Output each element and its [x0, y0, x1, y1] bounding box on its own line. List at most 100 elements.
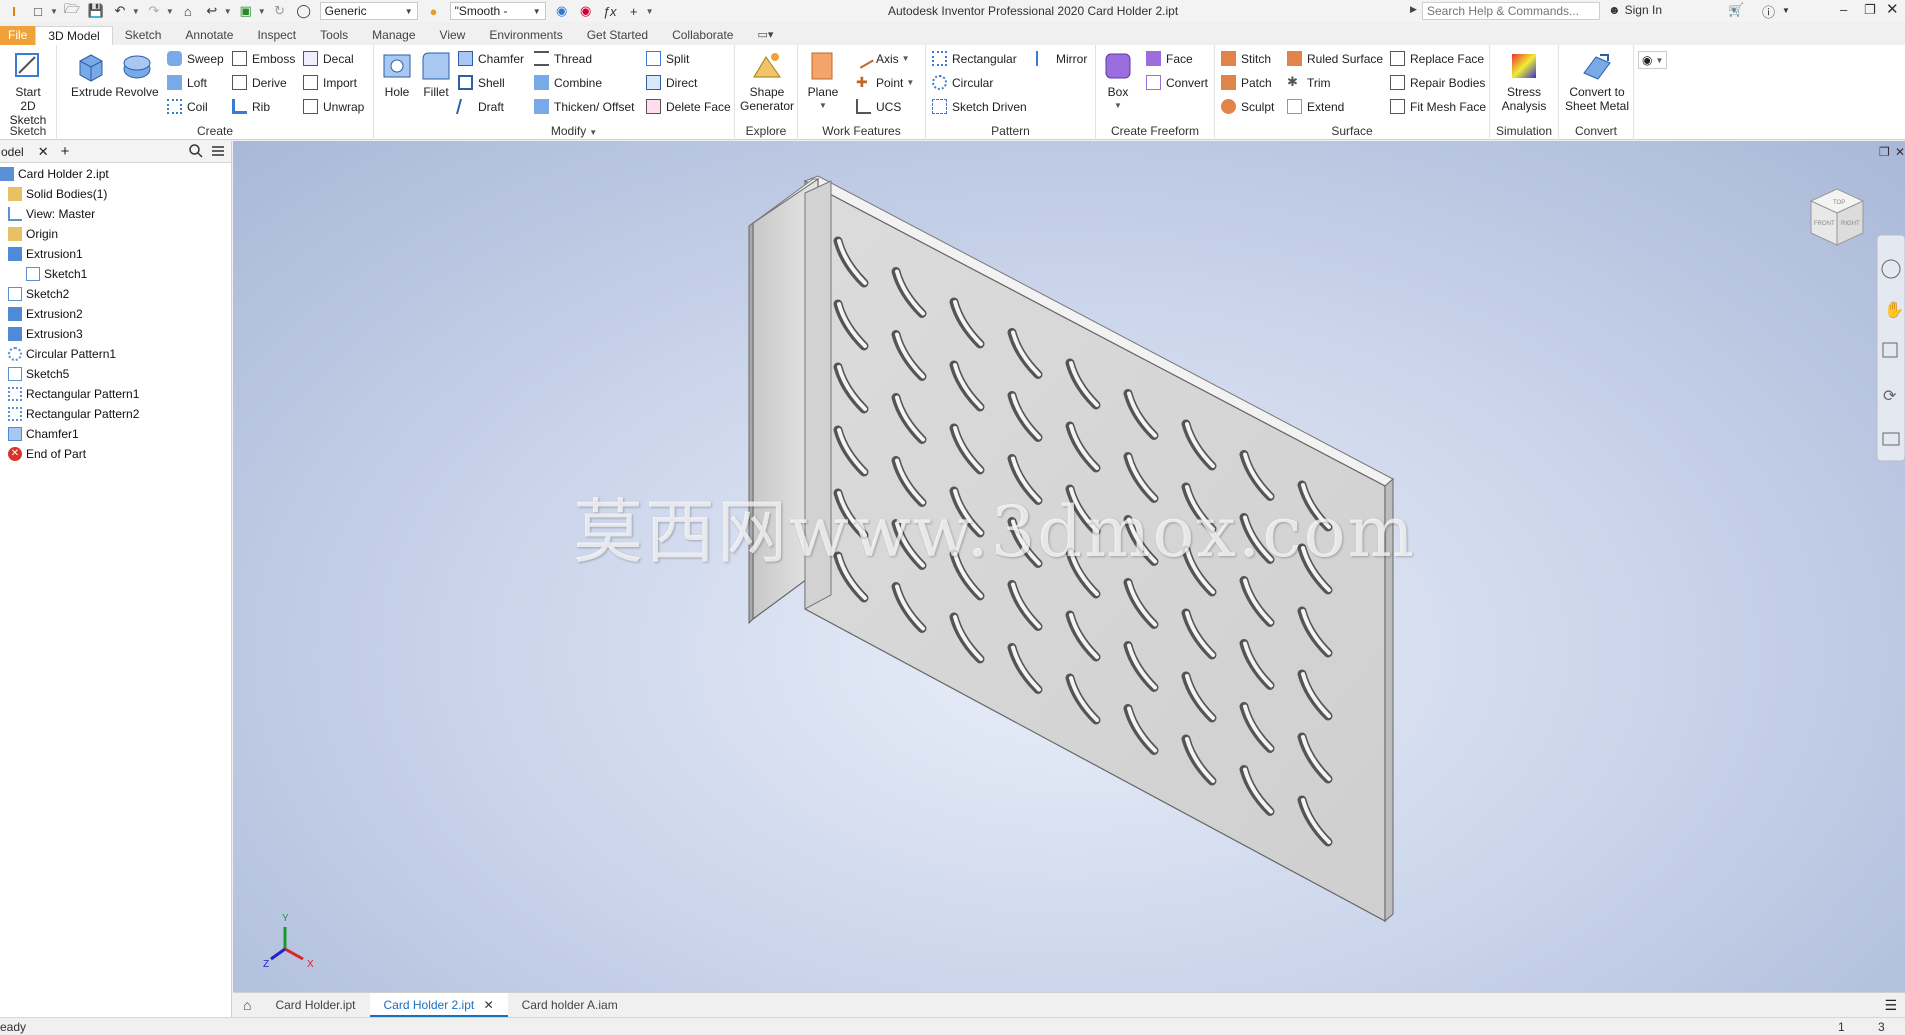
thicken-offset-button[interactable]: Thicken/ Offset [534, 99, 634, 114]
stitch-button[interactable]: Stitch [1221, 51, 1271, 66]
tree-item[interactable]: Sketch1 [0, 264, 231, 284]
import-button[interactable]: Import [303, 75, 357, 90]
split-button[interactable]: Split [646, 51, 689, 66]
appearance-select[interactable]: "Smooth - ▼ [449, 2, 546, 20]
fillet-button[interactable]: Fillet [416, 49, 456, 99]
chamfer-button[interactable]: Chamfer [458, 51, 524, 66]
draft-button[interactable]: Draft [455, 99, 504, 114]
hole-button[interactable]: Hole [378, 49, 416, 99]
save-icon[interactable]: 💾 [87, 2, 105, 20]
unwrap-button[interactable]: Unwrap [303, 99, 364, 114]
add-icon[interactable]: + [625, 2, 643, 20]
sketch-driven-pattern-button[interactable]: Sketch Driven [932, 99, 1027, 114]
point-button[interactable]: ✚ Point ▼ [856, 75, 914, 90]
decal-button[interactable]: Decal [303, 51, 354, 66]
plane-button[interactable]: Plane ▼ [802, 49, 844, 113]
direct-button[interactable]: Direct [646, 75, 697, 90]
tree-item[interactable]: Sketch2 [0, 284, 231, 304]
adjust-icon[interactable]: ◉ [553, 2, 571, 20]
tab-sketch[interactable]: Sketch [113, 26, 174, 45]
new-icon[interactable]: □ [29, 2, 47, 20]
view-cube[interactable]: TOP FRONT RIGHT [1809, 188, 1865, 246]
shell-button[interactable]: Shell [458, 75, 505, 90]
material-select[interactable]: Generic ▼ [319, 2, 418, 20]
tree-item[interactable]: Rectangular Pattern2 [0, 404, 231, 424]
ucs-button[interactable]: UCS [856, 99, 901, 114]
rectangular-pattern-button[interactable]: Rectangular [932, 51, 1017, 66]
clear-appearance-icon[interactable]: ◉ [577, 2, 595, 20]
extrude-button[interactable]: Extrude [71, 49, 112, 99]
coil-button[interactable]: Coil [167, 99, 208, 114]
graphics-viewport[interactable]: Y X Z TOP FRONT RIGHT ✋ ⟳ ❐ ✕ 莫西网www.3dm… [233, 141, 1905, 992]
parameters-icon[interactable]: ƒx [601, 2, 619, 20]
home-icon[interactable]: ⌂ [179, 2, 197, 20]
ruled-surface-button[interactable]: Ruled Surface [1287, 51, 1383, 66]
sweep-button[interactable]: Sweep [167, 51, 224, 66]
select-icon[interactable]: ▣ [237, 2, 255, 20]
tab-tools[interactable]: Tools [308, 26, 360, 45]
tab-view[interactable]: View [428, 26, 478, 45]
shape-generator-button[interactable]: Shape Generator [737, 49, 797, 113]
fit-mesh-face-button[interactable]: Fit Mesh Face [1390, 99, 1486, 114]
tree-item[interactable]: Extrusion2 [0, 304, 231, 324]
ribbon-extra-button[interactable]: ◉ ▼ [1638, 51, 1668, 69]
sculpt-button[interactable]: Sculpt [1221, 99, 1274, 114]
update-icon[interactable]: ↻ [271, 2, 289, 20]
convert-freeform-button[interactable]: Convert [1146, 75, 1208, 90]
tab-manage[interactable]: Manage [360, 26, 427, 45]
tree-item[interactable]: View: Master [0, 204, 231, 224]
stress-analysis-button[interactable]: Stress Analysis [1492, 49, 1556, 113]
browser-add-icon[interactable]: + [61, 143, 70, 160]
panel-title-modify[interactable]: Modify ▼ [414, 124, 734, 138]
tab-environments[interactable]: Environments [477, 26, 574, 45]
cart-icon[interactable]: 🛒 [1728, 2, 1744, 18]
browser-search-icon[interactable] [189, 144, 203, 161]
browser-close-icon[interactable]: ✕ [38, 144, 49, 160]
tab-3d-model[interactable]: 3D Model [35, 26, 113, 45]
tree-item[interactable]: Origin [0, 224, 231, 244]
search-arrow-icon[interactable]: ▶ [1410, 4, 1417, 15]
delete-face-button[interactable]: Delete Face [646, 99, 731, 114]
replace-face-button[interactable]: Replace Face [1390, 51, 1484, 66]
doctab-card-holder-a[interactable]: Card holder A.iam [508, 993, 632, 1017]
doctab-card-holder[interactable]: Card Holder.ipt [261, 993, 369, 1017]
help-icon[interactable]: ⓘ [1762, 2, 1775, 21]
derive-button[interactable]: Derive [232, 75, 287, 90]
tab-get-started[interactable]: Get Started [575, 26, 660, 45]
doctab-close-icon[interactable]: ✕ [484, 998, 494, 1012]
tree-item[interactable]: Solid Bodies(1) [0, 184, 231, 204]
tree-item[interactable]: Chamfer1 [0, 424, 231, 444]
patch-button[interactable]: Patch [1221, 75, 1272, 90]
ribbon-options-icon[interactable]: ▭▾ [745, 26, 785, 45]
circular-pattern-button[interactable]: Circular [932, 75, 993, 90]
app-menu-icon[interactable]: I [5, 2, 23, 20]
minimize-icon[interactable]: – [1840, 2, 1847, 17]
viewport-close-icon[interactable]: ✕ [1895, 145, 1905, 159]
open-icon[interactable]: 🗁 [63, 1, 81, 20]
tab-collaborate[interactable]: Collaborate [660, 26, 745, 45]
combine-button[interactable]: Combine [534, 75, 602, 90]
box-button[interactable]: Box ▼ [1100, 49, 1136, 113]
mirror-button[interactable]: Mirror [1036, 51, 1087, 66]
browser-tab-model[interactable]: odel [0, 145, 24, 159]
return-icon[interactable]: ↩ [203, 2, 221, 20]
repair-bodies-button[interactable]: Repair Bodies [1390, 75, 1485, 90]
axis-button[interactable]: Axis ▼ [853, 48, 910, 69]
start-2d-sketch-button[interactable]: Start 2D Sketch [2, 49, 54, 127]
revolve-button[interactable]: Revolve [115, 49, 159, 99]
help-search-input[interactable] [1422, 2, 1600, 20]
thread-button[interactable]: Thread [534, 51, 592, 66]
loft-button[interactable]: Loft [167, 75, 207, 90]
tree-item[interactable]: Extrusion3 [0, 324, 231, 344]
viewport-restore-icon[interactable]: ❐ [1879, 145, 1890, 159]
trim-button[interactable]: ✱ Trim [1287, 75, 1331, 90]
home-tab-icon[interactable]: ⌂ [233, 993, 261, 1017]
tab-inspect[interactable]: Inspect [245, 26, 308, 45]
rib-button[interactable]: Rib [232, 99, 270, 114]
tab-annotate[interactable]: Annotate [173, 26, 245, 45]
restore-icon[interactable]: ❐ [1864, 2, 1876, 18]
pan-icon[interactable]: ✋ [1884, 300, 1904, 319]
tab-file[interactable]: File [0, 26, 36, 45]
tree-item[interactable]: Extrusion1 [0, 244, 231, 264]
tree-item[interactable]: Rectangular Pattern1 [0, 384, 231, 404]
